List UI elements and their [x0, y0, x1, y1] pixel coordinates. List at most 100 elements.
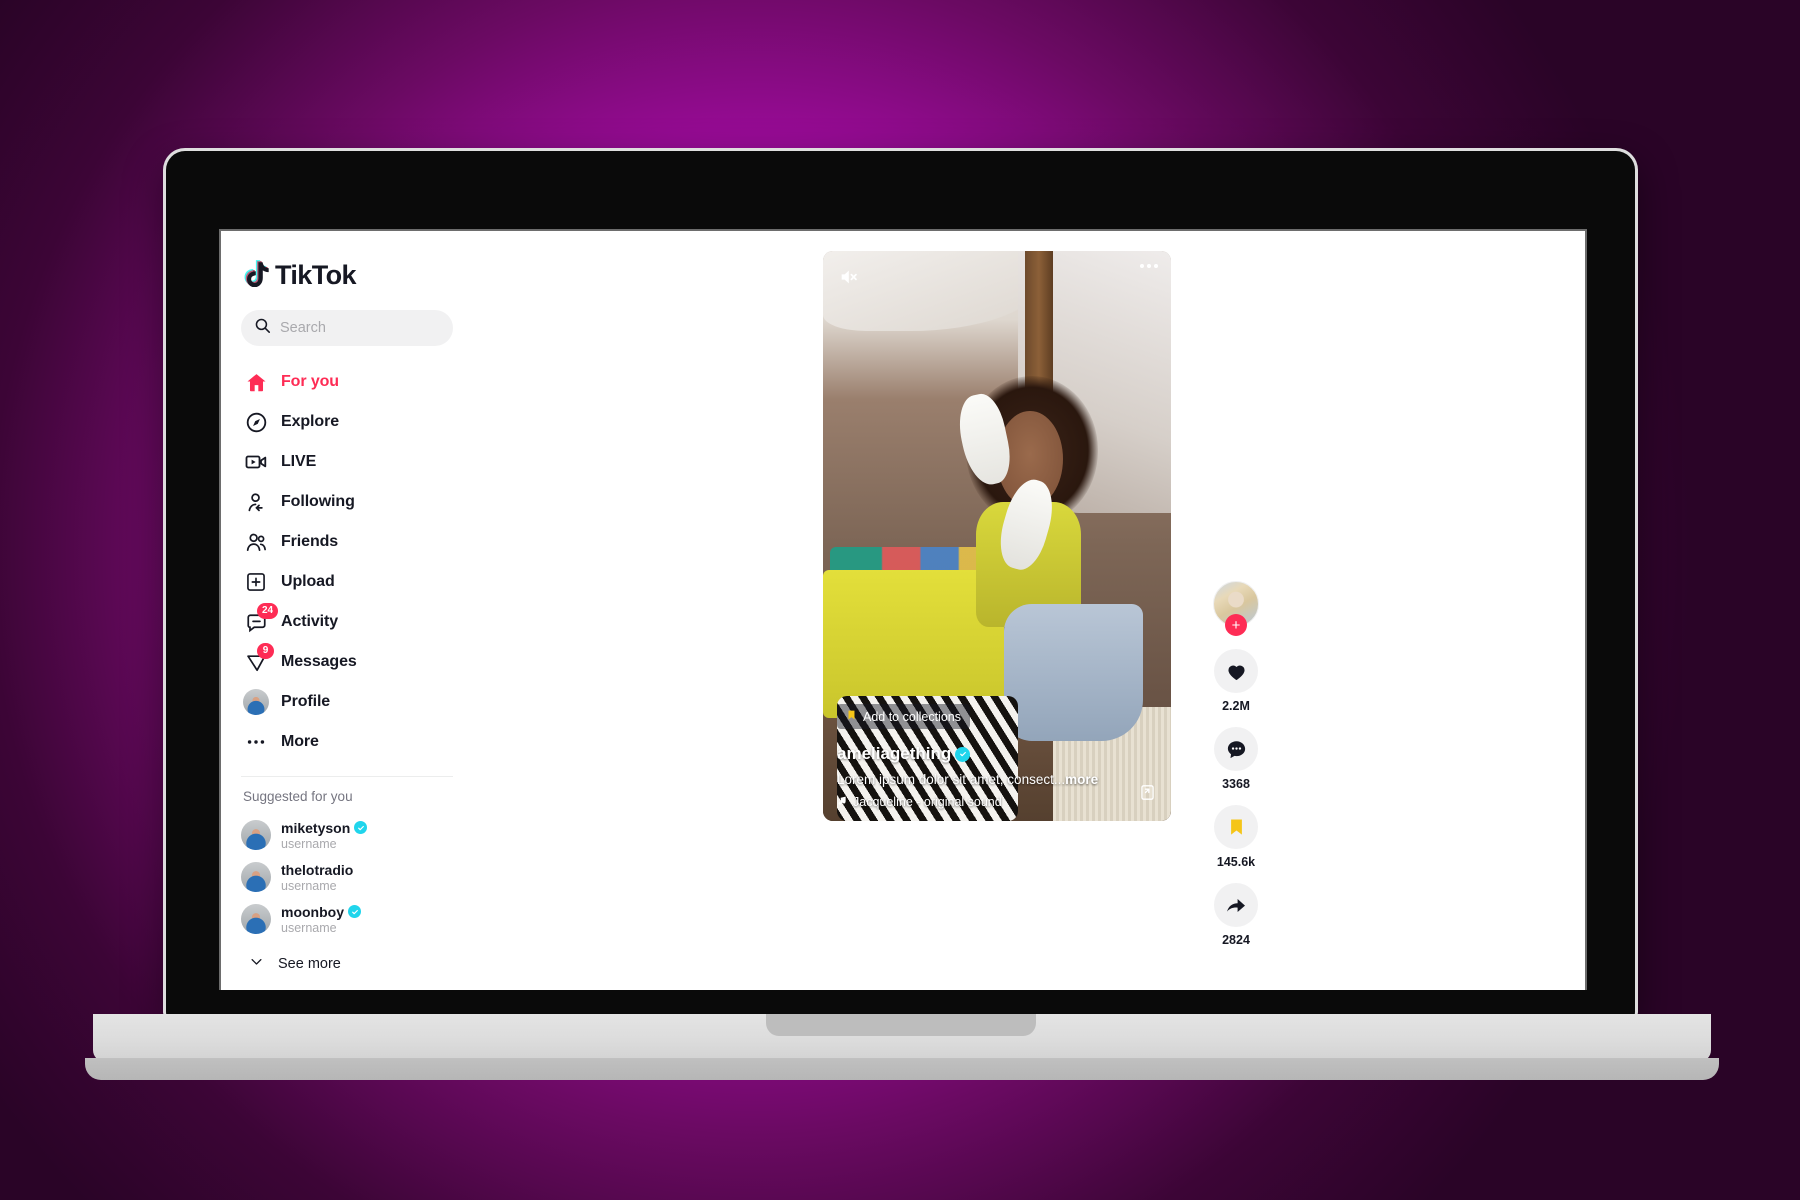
laptop-mockup: TikTok Search For you Explore LIVE Follo… [85, 148, 1719, 1080]
sidebar-item-live[interactable]: LIVE [241, 442, 453, 482]
search-bar[interactable] [241, 310, 453, 346]
author-avatar-button[interactable]: + [1213, 581, 1259, 636]
compass-icon [243, 409, 269, 435]
sidebar-item-messages[interactable]: 9 Messages [241, 642, 453, 682]
share-icon [1214, 883, 1258, 927]
avatar [241, 904, 271, 934]
tiktok-app: TikTok Search For you Explore LIVE Follo… [221, 231, 1585, 990]
tiktok-logo[interactable]: TikTok [243, 259, 453, 292]
avatar [241, 820, 271, 850]
video-frame-image [823, 251, 1171, 821]
divider [241, 776, 453, 777]
suggested-username: username [281, 878, 337, 893]
bookmark-icon [1214, 805, 1258, 849]
suggested-username: username [281, 836, 337, 851]
search-input[interactable] [280, 320, 440, 336]
laptop-screen: TikTok Search For you Explore LIVE Follo… [219, 229, 1587, 990]
comment-icon [1214, 727, 1258, 771]
video-caption: ameliagething Lorem ipsum dolor sit amet… [837, 744, 1137, 809]
sidebar-item-label: For you [281, 373, 339, 390]
avatar [243, 689, 269, 715]
laptop-lid: TikTok Search For you Explore LIVE Follo… [163, 148, 1638, 1018]
video-music[interactable]: Jacqueline - original sound [837, 795, 1137, 809]
see-more-label: See more [278, 956, 341, 972]
send-icon: 9 [243, 643, 274, 675]
suggested-name-text: miketyson [281, 819, 351, 836]
avatar-icon [243, 689, 269, 715]
sidebar-item-label: Upload [281, 573, 335, 590]
sidebar-item-label: Activity [281, 613, 338, 630]
people-icon [243, 529, 269, 555]
like-button[interactable]: 2.2M [1214, 649, 1258, 713]
tiktok-note-icon [243, 259, 269, 292]
video-author-name: ameliagething [837, 744, 952, 763]
suggested-name-text: moonboy [281, 903, 344, 920]
favorite-button[interactable]: 145.6k [1214, 805, 1258, 869]
laptop-trackpad-notch [765, 1014, 1036, 1036]
tiktok-wordmark: TikTok [275, 260, 357, 290]
sidebar-item-activity[interactable]: 24 Activity [241, 602, 453, 642]
sidebar-nav: For you Explore LIVE Following Friends U… [241, 362, 453, 762]
mute-speaker-icon[interactable] [836, 264, 862, 290]
list-item[interactable]: miketyson username [241, 814, 453, 856]
messages-badge: 9 [257, 643, 274, 659]
home-icon [243, 369, 269, 395]
heart-icon [1214, 649, 1258, 693]
person-add-icon [243, 489, 269, 515]
ellipsis-icon [243, 729, 269, 755]
plus-box-icon [243, 569, 269, 595]
video-card[interactable]: Add to collections ameliagething Lorem i… [823, 251, 1171, 821]
comment-button[interactable]: 3368 [1214, 727, 1258, 791]
sidebar-item-for-you[interactable]: For you [241, 362, 453, 402]
laptop-foot [85, 1058, 1719, 1080]
suggested-name: thelotradio [281, 862, 353, 878]
follow-plus-icon[interactable]: + [1225, 614, 1247, 636]
sidebar-item-label: More [281, 733, 319, 750]
sidebar-item-upload[interactable]: Upload [241, 562, 453, 602]
suggested-name: miketyson [281, 819, 368, 836]
sidebar-item-label: Following [281, 493, 355, 510]
favorite-count: 145.6k [1216, 855, 1256, 869]
sidebar-item-label: Friends [281, 533, 339, 550]
bookmark-icon [846, 708, 857, 725]
expand-screen-icon[interactable] [1138, 783, 1157, 807]
sidebar-item-friends[interactable]: Friends [241, 522, 453, 562]
activity-badge: 24 [257, 603, 279, 619]
see-more-button[interactable]: See more [241, 954, 453, 974]
video-description: Lorem ipsum dolor sit amet, consect...mo… [837, 772, 1137, 787]
video-music-label: Jacqueline - original sound [853, 795, 1002, 809]
music-note-icon [837, 795, 848, 809]
video-player[interactable]: Add to collections ameliagething Lorem i… [823, 251, 1171, 821]
sidebar-item-explore[interactable]: Explore [241, 402, 453, 442]
sidebar-item-label: LIVE [281, 453, 317, 470]
verified-badge-icon [348, 905, 361, 918]
suggested-section-title: Suggested for you [243, 789, 353, 804]
list-item[interactable]: moonboy username [241, 898, 453, 940]
video-author[interactable]: ameliagething [837, 744, 1137, 764]
suggested-username: username [281, 920, 337, 935]
suggested-name: moonboy [281, 904, 361, 920]
video-feed: Add to collections ameliagething Lorem i… [473, 231, 1585, 990]
verified-badge-icon [354, 821, 368, 834]
sidebar-item-label: Explore [281, 413, 339, 430]
sidebar-item-more[interactable]: More [241, 722, 453, 762]
chevron-down-icon [249, 954, 264, 974]
video-action-bar: + 2.2M 3368 145.6k 2824 [1209, 581, 1263, 961]
video-description-more-link[interactable]: more [1065, 772, 1098, 787]
avatar [241, 862, 271, 892]
sidebar-item-label: Profile [281, 693, 331, 710]
verified-badge-icon [955, 746, 971, 762]
video-description-text: Lorem ipsum dolor sit amet, consect... [837, 772, 1066, 787]
sidebar-item-following[interactable]: Following [241, 482, 453, 522]
like-count: 2.2M [1222, 699, 1250, 713]
add-to-collections-button[interactable]: Add to collections [837, 704, 970, 729]
sidebar: TikTok Search For you Explore LIVE Follo… [221, 231, 473, 990]
share-button[interactable]: 2824 [1214, 883, 1258, 947]
sidebar-item-profile[interactable]: Profile [241, 682, 453, 722]
ellipsis-horizontal-icon[interactable] [1140, 264, 1158, 268]
share-count: 2824 [1222, 933, 1250, 947]
search-icon [254, 317, 271, 339]
live-video-icon [243, 449, 269, 475]
list-item[interactable]: thelotradio username [241, 856, 453, 898]
inbox-icon: 24 [243, 603, 279, 635]
